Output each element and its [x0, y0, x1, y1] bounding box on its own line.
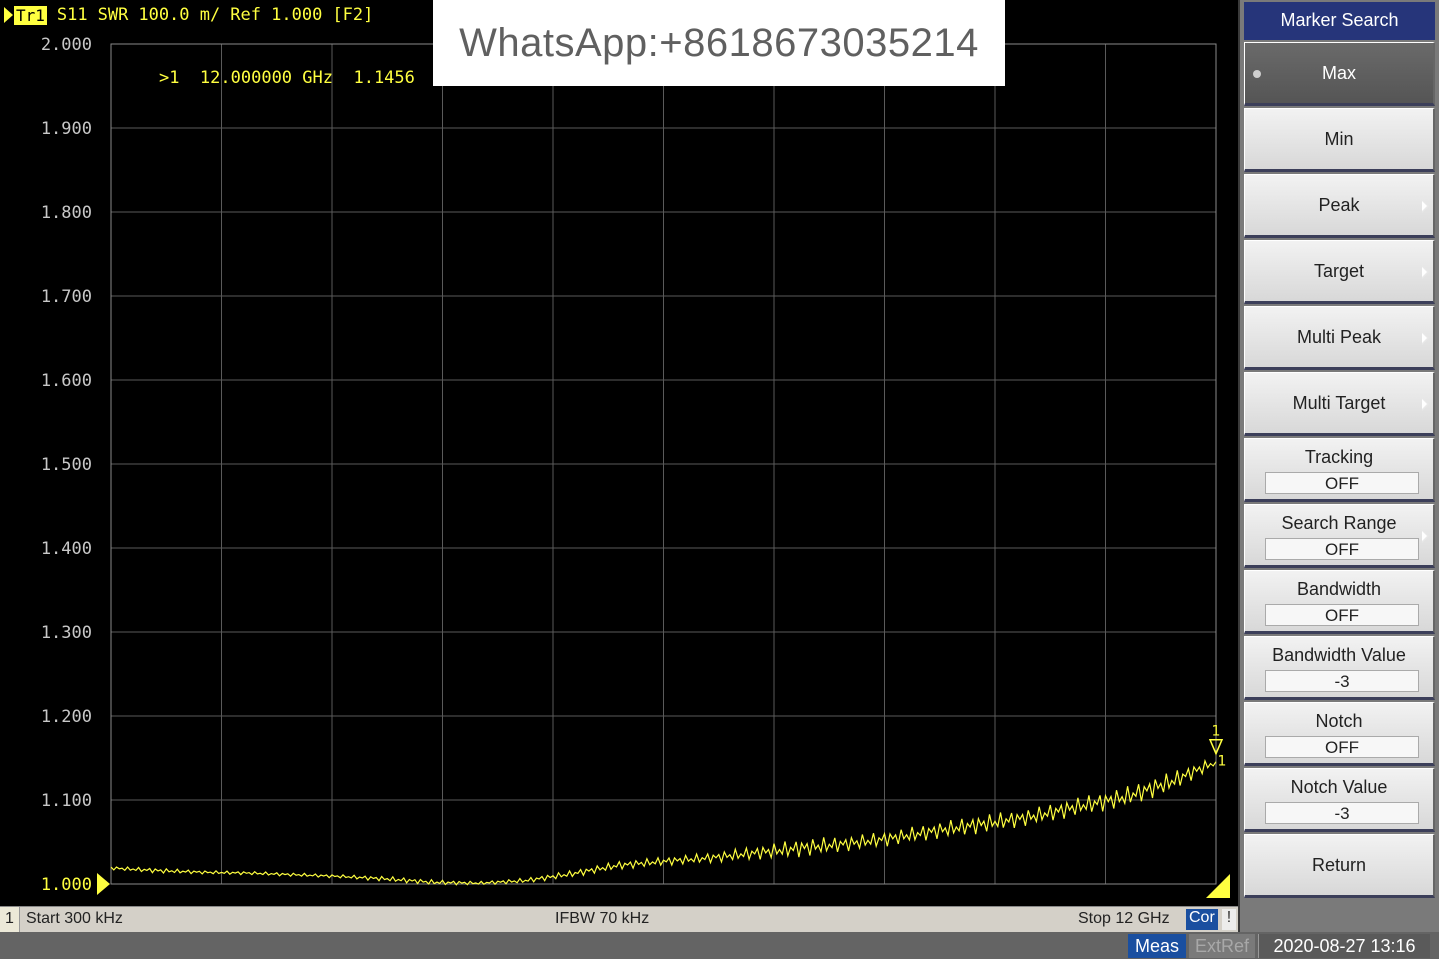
softkey-label: Bandwidth: [1296, 579, 1382, 599]
marker-readout: >1 12.000000 GHz 1.1456: [118, 48, 415, 108]
stop-frequency[interactable]: Stop 12 GHz: [1078, 910, 1170, 928]
submenu-arrow-icon: [1422, 265, 1429, 279]
trace-header[interactable]: Tr1 S11 SWR 100.0 m/ Ref 1.000 [F2]: [4, 4, 373, 26]
meas-badge[interactable]: Meas: [1128, 934, 1186, 958]
softkey-value: OFF: [1265, 604, 1419, 626]
softkey-label: Multi Target: [1292, 393, 1386, 413]
softkey-notch-value[interactable]: Notch Value -3: [1244, 768, 1435, 832]
y-tick-label: 1.900: [41, 119, 92, 139]
y-tick-label: 1.500: [41, 455, 92, 475]
softkey-bandwidth-value[interactable]: Bandwidth Value -3: [1244, 636, 1435, 700]
softkey-label: Notch: [1315, 711, 1363, 731]
softkey-multi-target[interactable]: Multi Target: [1244, 372, 1435, 436]
softkey-label: Max: [1321, 63, 1356, 83]
submenu-arrow-icon: [1422, 199, 1429, 213]
instrument-status-bar: Meas ExtRef 2020-08-27 13:16: [0, 932, 1439, 959]
measurement-parameter[interactable]: S11: [57, 5, 88, 25]
y-tick-label: 1.000: [41, 875, 92, 895]
softkey-min[interactable]: Min: [1244, 108, 1435, 172]
channel-status-bar: 1 Start 300 kHz IFBW 70 kHz Stop 12 GHz …: [0, 906, 1238, 932]
marker-number: >1: [158, 68, 180, 88]
y-tick-label: 1.300: [41, 623, 92, 643]
softkey-label: Target: [1313, 261, 1365, 281]
start-frequency[interactable]: Start 300 kHz: [26, 910, 123, 928]
softkey-max[interactable]: Max: [1244, 42, 1435, 106]
y-tick-label: 1.700: [41, 287, 92, 307]
watermark-banner: WhatsApp:+8618673035214: [433, 0, 1005, 86]
y-tick-label: 1.400: [41, 539, 92, 559]
scale-per-div[interactable]: 100.0 m/: [138, 5, 220, 25]
softkey-label: Search Range: [1281, 513, 1397, 533]
active-trace-arrow-icon: [4, 7, 13, 23]
softkey-value: OFF: [1265, 538, 1419, 560]
y-tick-label: 2.000: [41, 35, 92, 55]
softkey-label: Bandwidth Value: [1272, 645, 1406, 665]
stop-corner-icon: [1206, 874, 1230, 898]
datetime-display: 2020-08-27 13:16: [1258, 934, 1430, 958]
reference-value[interactable]: Ref 1.000: [230, 5, 322, 25]
trace-display[interactable]: 2.000 1.900 1.800 1.700 1.600 1.500 1.400 1.300…: [0, 0, 1238, 906]
softkey-label: Multi Peak: [1296, 327, 1382, 347]
softkey-return[interactable]: Return: [1244, 834, 1435, 898]
y-tick-label: 1.200: [41, 707, 92, 727]
trace-tag[interactable]: Tr1: [14, 5, 47, 25]
function-key: [F2]: [332, 5, 374, 25]
marker-1-tag: 1: [1212, 724, 1221, 740]
swr-chart: 2.000 1.900 1.800 1.700 1.600 1.500 1.400 1.300…: [41, 35, 1230, 898]
y-tick-label: 1.100: [41, 791, 92, 811]
warning-badge[interactable]: !: [1222, 909, 1236, 930]
softkey-target[interactable]: Target: [1244, 240, 1435, 304]
softkey-tracking[interactable]: Tracking OFF: [1244, 438, 1435, 502]
softkey-value: -3: [1265, 670, 1419, 692]
grid-layer: [110, 43, 1217, 885]
if-bandwidth[interactable]: IFBW 70 kHz: [555, 910, 649, 928]
y-tick-label: 1.600: [41, 371, 92, 391]
active-dot-icon: [1253, 70, 1261, 78]
marker-1-trace-tag: 1: [1218, 754, 1227, 770]
softkey-label: Notch Value: [1290, 777, 1388, 797]
reference-level-arrow-icon: [97, 873, 110, 895]
softkey-label: Tracking: [1304, 447, 1374, 467]
extref-badge: ExtRef: [1189, 934, 1255, 958]
softkey-multi-peak[interactable]: Multi Peak: [1244, 306, 1435, 370]
display-format[interactable]: SWR: [98, 5, 129, 25]
softkey-label: Return: [1311, 855, 1367, 875]
y-tick-label: 1.800: [41, 203, 92, 223]
softkey-value: -3: [1265, 802, 1419, 824]
softkey-bandwidth[interactable]: Bandwidth OFF: [1244, 570, 1435, 634]
submenu-arrow-icon: [1422, 331, 1429, 345]
softkey-value: OFF: [1265, 736, 1419, 758]
marker-value: 1.1456: [353, 68, 415, 88]
softkey-panel: Marker Search Max Min Peak Target Multi Peak…: [1238, 0, 1439, 932]
softkey-peak[interactable]: Peak: [1244, 174, 1435, 238]
softkey-menu-title: Marker Search: [1244, 2, 1435, 40]
correction-badge[interactable]: Cor: [1186, 909, 1218, 930]
submenu-arrow-icon: [1422, 529, 1429, 543]
submenu-arrow-icon: [1422, 397, 1429, 411]
channel-number[interactable]: 1: [0, 907, 20, 932]
softkey-value: OFF: [1265, 472, 1419, 494]
marker-frequency: 12.000000 GHz: [199, 68, 333, 88]
softkey-notch[interactable]: Notch OFF: [1244, 702, 1435, 766]
y-axis-labels: 2.000 1.900 1.800 1.700 1.600 1.500 1.400 1.300…: [41, 35, 92, 895]
softkey-label: Peak: [1318, 195, 1360, 215]
softkey-search-range[interactable]: Search Range OFF: [1244, 504, 1435, 568]
softkey-label: Min: [1324, 129, 1354, 149]
